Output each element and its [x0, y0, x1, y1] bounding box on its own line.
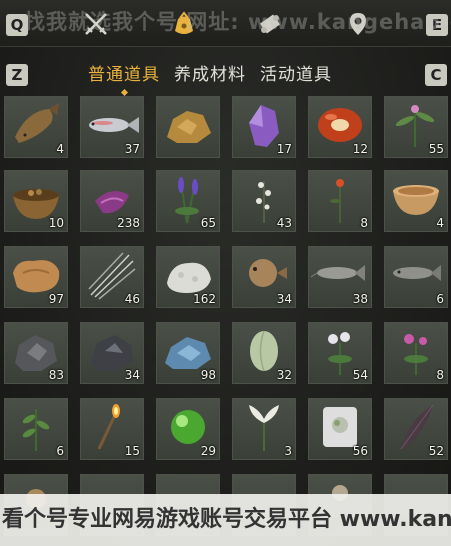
tab-cultivation-materials[interactable]: 养成材料	[174, 60, 246, 93]
item-slot[interactable]: 46	[80, 246, 144, 308]
item-quantity: 4	[56, 142, 64, 156]
tab-label: 活动道具	[260, 65, 332, 85]
item-quantity: 34	[124, 368, 140, 382]
item-quantity: 34	[276, 292, 292, 306]
item-quantity: 56	[352, 444, 368, 458]
item-slot[interactable]: 17	[232, 96, 296, 158]
item-quantity: 38	[352, 292, 368, 306]
item-slot[interactable]: 3	[232, 398, 296, 460]
ore-icon	[167, 111, 211, 143]
item-quantity: 55	[428, 142, 444, 156]
item-quantity: 15	[124, 444, 140, 458]
item-slot[interactable]: 38	[308, 246, 372, 308]
item-quantity: 65	[200, 216, 216, 230]
item-quantity: 83	[48, 368, 64, 382]
key-hint-q[interactable]: Q	[6, 14, 28, 36]
tab-label: 养成材料	[174, 65, 246, 85]
item-slot[interactable]: 32	[232, 322, 296, 384]
item-slot[interactable]: 4	[384, 170, 448, 232]
item-slot[interactable]: 15	[80, 398, 144, 460]
item-slot[interactable]: 29	[156, 398, 220, 460]
tab-common-items[interactable]: 普通道具	[88, 60, 160, 97]
item-quantity: 3	[284, 444, 292, 458]
item-slot[interactable]: 10	[4, 170, 68, 232]
item-quantity: 52	[428, 444, 444, 458]
item-quantity: 8	[360, 216, 368, 230]
item-quantity: 37	[124, 142, 140, 156]
item-slot[interactable]: 34	[80, 322, 144, 384]
crossed-swords-icon[interactable]	[82, 10, 110, 38]
active-tab-indicator	[120, 88, 129, 97]
item-quantity: 162	[193, 292, 216, 306]
item-slot[interactable]: 54	[308, 322, 372, 384]
item-quantity: 43	[276, 216, 292, 230]
item-slot[interactable]: 56	[308, 398, 372, 460]
key-hint-c[interactable]: C	[425, 64, 447, 86]
pouch-icon[interactable]	[170, 10, 198, 38]
item-slot[interactable]: 52	[384, 398, 448, 460]
item-quantity: 32	[276, 368, 292, 382]
item-slot[interactable]: 43	[232, 170, 296, 232]
item-slot[interactable]: 34	[232, 246, 296, 308]
item-slot[interactable]: 55	[384, 96, 448, 158]
item-quantity: 46	[124, 292, 140, 306]
item-quantity: 97	[48, 292, 64, 306]
item-quantity: 6	[56, 444, 64, 458]
item-slot[interactable]: 98	[156, 322, 220, 384]
item-quantity: 4	[436, 216, 444, 230]
item-slot[interactable]: 6	[4, 398, 68, 460]
item-slot[interactable]: 8	[308, 170, 372, 232]
item-slot[interactable]: 12	[308, 96, 372, 158]
item-quantity: 29	[200, 444, 216, 458]
item-quantity: 54	[352, 368, 368, 382]
item-slot[interactable]: 8	[384, 322, 448, 384]
item-quantity: 238	[117, 216, 140, 230]
watermark-bottom: 看个号专业网易游戏账号交易平台 www.kangehao.com	[0, 494, 451, 546]
item-quantity: 98	[200, 368, 216, 382]
item-slot[interactable]: 37	[80, 96, 144, 158]
item-quantity: 17	[276, 142, 292, 156]
top-bar: Q E 找我就选我个号 网址: www.kangehao.com	[0, 0, 451, 47]
tab-label: 普通道具	[88, 65, 160, 85]
map-marker-icon[interactable]	[344, 10, 372, 38]
item-slot[interactable]: 4	[4, 96, 68, 158]
item-quantity: 6	[436, 292, 444, 306]
item-slot[interactable]: 6	[384, 246, 448, 308]
inventory-screen: Q E 找我就选我个号 网址: www.kangehao.com Z C	[0, 0, 451, 546]
item-slot[interactable]: 83	[4, 322, 68, 384]
item-slot[interactable]: 97	[4, 246, 68, 308]
tab-event-items[interactable]: 活动道具	[260, 60, 332, 93]
key-hint-e[interactable]: E	[426, 14, 448, 36]
item-quantity: 10	[48, 216, 64, 230]
item-quantity: 12	[352, 142, 368, 156]
item-slot[interactable]	[156, 96, 220, 158]
item-slot[interactable]: 65	[156, 170, 220, 232]
scroll-icon[interactable]	[256, 10, 284, 38]
item-quantity: 8	[436, 368, 444, 382]
key-hint-z[interactable]: Z	[6, 64, 28, 86]
item-slot[interactable]: 162	[156, 246, 220, 308]
category-tabs: 普通道具 养成材料 活动道具	[88, 60, 332, 97]
item-slot[interactable]: 238	[80, 170, 144, 232]
